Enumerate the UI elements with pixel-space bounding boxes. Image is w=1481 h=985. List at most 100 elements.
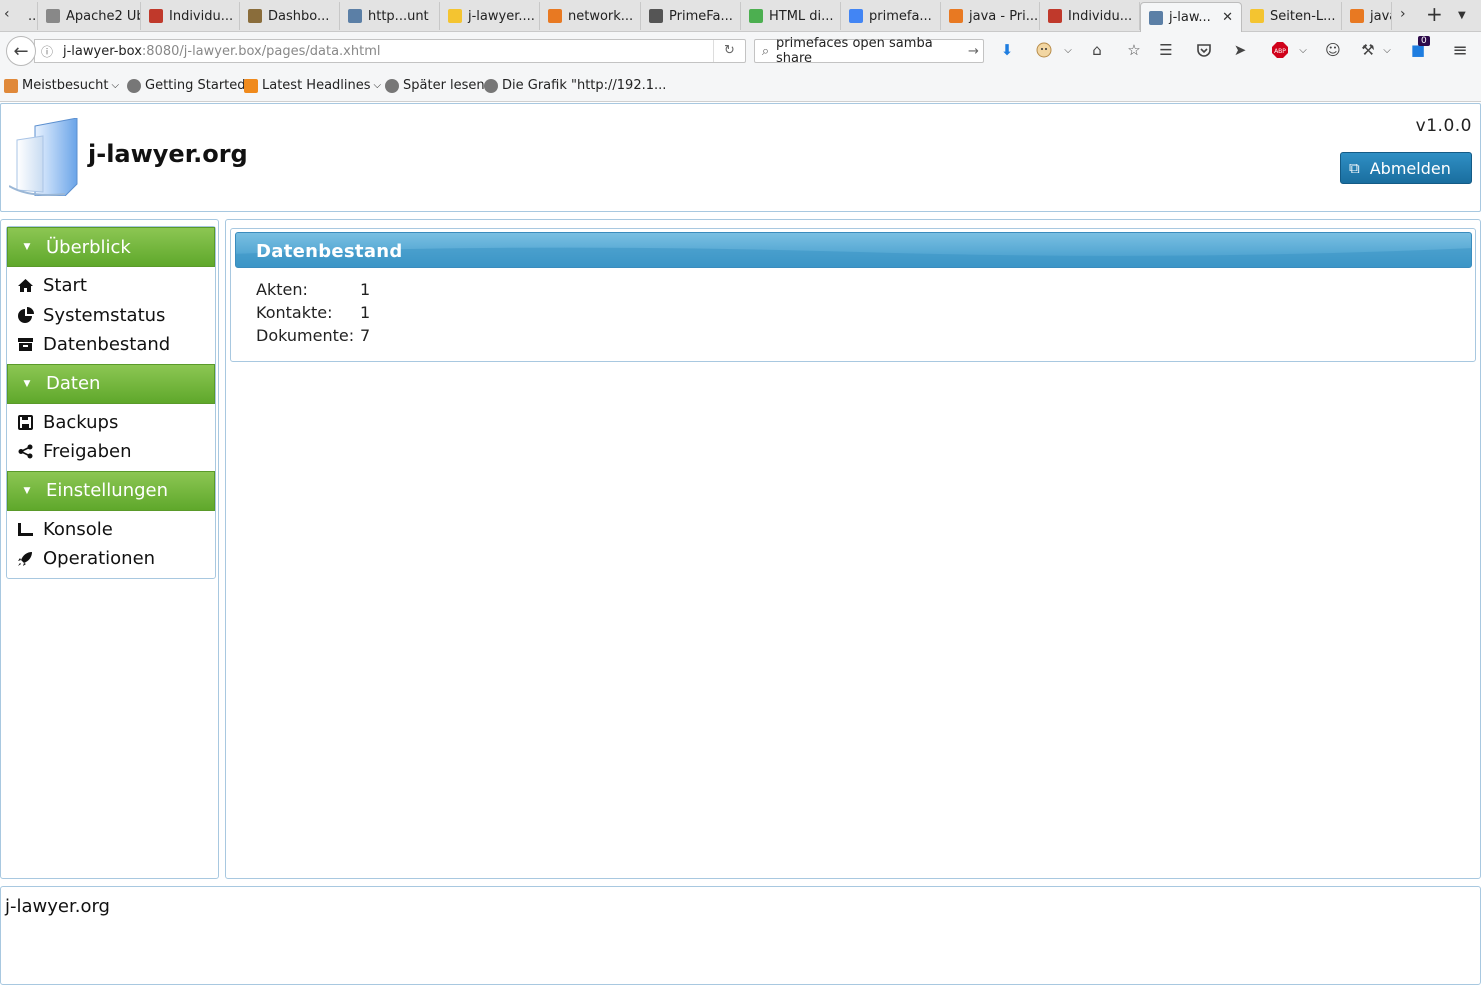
search-icon: ⌕ bbox=[761, 43, 770, 59]
browser-tab[interactable]: Seiten-L... bbox=[1242, 2, 1342, 30]
tools-dropdown-icon[interactable]: ⌵ bbox=[1377, 40, 1397, 60]
bookmark-label: Meistbesucht bbox=[22, 78, 109, 93]
tab-label: java bbox=[1370, 8, 1391, 24]
sidebar: ▼ Überblick Start Systemstatus Datenbestand ▼… bbox=[0, 219, 219, 879]
close-tab-icon[interactable]: ✕ bbox=[1222, 10, 1233, 25]
search-input-value: primefaces open samba share bbox=[776, 36, 933, 66]
chat-icon bbox=[1250, 9, 1264, 23]
stackoverflow-icon bbox=[1350, 9, 1364, 23]
bookmark-item[interactable]: Später lesen bbox=[385, 78, 485, 93]
menu-item-operationen[interactable]: Operationen bbox=[7, 544, 215, 574]
stat-label: Akten: bbox=[256, 280, 308, 299]
page-icon bbox=[46, 9, 60, 23]
share-icon bbox=[7, 444, 43, 459]
reading-list-icon[interactable]: ☰ bbox=[1156, 40, 1176, 60]
site-info-icon[interactable]: ⓘ bbox=[35, 43, 59, 60]
navigation-toolbar: ⓘ j-lawyer-box:8080/j-lawyer.box/pages/d… bbox=[0, 32, 1481, 70]
chat-icon bbox=[448, 9, 462, 23]
globe-icon bbox=[484, 78, 498, 93]
bookmark-item[interactable]: Latest Headlines ⌵ bbox=[244, 78, 381, 93]
send-icon[interactable]: ➤ bbox=[1230, 40, 1250, 60]
avatar-extension-icon[interactable] bbox=[1034, 40, 1054, 60]
download-icon[interactable]: ⬇ bbox=[997, 40, 1017, 60]
home-icon[interactable]: ⌂ bbox=[1087, 40, 1107, 60]
adblock-icon[interactable]: ABP bbox=[1270, 40, 1290, 60]
browser-tab[interactable]: HTML di... bbox=[741, 2, 841, 30]
menu-item-label: Datenbestand bbox=[43, 334, 171, 356]
menu-item-freigaben[interactable]: Freigaben bbox=[7, 437, 215, 467]
adblock-dropdown-icon[interactable]: ⌵ bbox=[1293, 40, 1313, 60]
menu-item-konsole[interactable]: Konsole bbox=[7, 515, 215, 545]
chevron-down-icon: ⌵ bbox=[111, 80, 120, 91]
home-icon bbox=[7, 278, 43, 293]
browser-tab[interactable]: j-law... ✕ bbox=[1140, 2, 1242, 32]
menu-item-label: Start bbox=[43, 275, 87, 297]
search-go-icon[interactable]: → bbox=[964, 44, 983, 59]
tab-label: .. bbox=[28, 8, 37, 24]
chevron-down-icon[interactable]: ⌵ bbox=[1058, 40, 1078, 60]
menu-item-systemstatus[interactable]: Systemstatus bbox=[7, 301, 215, 331]
stackoverflow-icon bbox=[548, 9, 562, 23]
reload-icon[interactable]: ↻ bbox=[713, 40, 745, 62]
pie-chart-icon bbox=[7, 306, 43, 324]
tab-label: PrimeFa... bbox=[669, 8, 733, 24]
version-label: v1.0.0 bbox=[1415, 116, 1472, 136]
hamburger-menu-icon[interactable]: ≡ bbox=[1450, 40, 1470, 61]
menu-item-backups[interactable]: Backups bbox=[7, 408, 215, 438]
browser-tab[interactable]: Individu... bbox=[141, 2, 240, 30]
bug-icon bbox=[149, 9, 163, 23]
datenbestand-fieldset: Datenbestand Akten: 1 Kontakte: 1 Dokumente:… bbox=[230, 228, 1476, 362]
globe-icon bbox=[385, 78, 399, 93]
browser-tab[interactable]: java - Pri... bbox=[941, 2, 1040, 30]
menu-item-label: Systemstatus bbox=[43, 304, 166, 326]
browser-tab[interactable]: .. bbox=[20, 2, 38, 30]
globe-icon bbox=[127, 78, 141, 93]
browser-tab[interactable]: Dashbo... bbox=[240, 2, 340, 30]
avatar-icon bbox=[248, 9, 262, 23]
tab-scroll-left-icon[interactable]: ‹ bbox=[4, 6, 10, 22]
bookmark-label: Getting Started bbox=[145, 78, 246, 93]
tab-label: Dashbo... bbox=[268, 8, 330, 24]
stat-row: Akten: 1 bbox=[256, 280, 370, 299]
logout-button[interactable]: ⧉ Abmelden bbox=[1340, 152, 1472, 184]
menu-section-header[interactable]: ▼ Überblick bbox=[7, 227, 215, 267]
bookmark-label: Die Grafik "http://192.1... bbox=[502, 78, 667, 93]
menu-section-body: Backups Freigaben bbox=[7, 404, 215, 471]
privacy-extension-icon[interactable]: ☺ bbox=[1323, 40, 1343, 60]
browser-tab[interactable]: http...unt bbox=[340, 2, 440, 30]
bookmark-label: Latest Headlines bbox=[262, 78, 371, 93]
new-tab-icon[interactable]: + bbox=[1426, 2, 1443, 26]
tools-extension-icon[interactable]: ⚒ bbox=[1358, 40, 1378, 60]
menu-item-start[interactable]: Start bbox=[7, 271, 215, 301]
rss-icon bbox=[244, 78, 258, 93]
search-bar[interactable]: ⌕ primefaces open samba share → bbox=[754, 36, 984, 66]
browser-tab[interactable]: PrimeFa... bbox=[641, 2, 741, 30]
browser-tab[interactable]: primefa... bbox=[841, 2, 941, 30]
caret-down-icon: ▼ bbox=[23, 378, 31, 389]
url-path: :8080/j-lawyer.box/pages/data.xhtml bbox=[141, 43, 381, 59]
tab-list-dropdown-icon[interactable]: ▼ bbox=[1458, 10, 1466, 21]
menu-item-datenbestand[interactable]: Datenbestand bbox=[7, 330, 215, 360]
url-bar[interactable]: ⓘ j-lawyer-box:8080/j-lawyer.box/pages/d… bbox=[34, 39, 746, 63]
browser-tab[interactable]: j-lawyer.... bbox=[440, 2, 540, 30]
back-button[interactable]: ← bbox=[6, 36, 36, 66]
bookmark-item[interactable]: Getting Started bbox=[127, 78, 246, 93]
external-link-icon: ⧉ bbox=[1349, 159, 1360, 177]
tab-label: Seiten-L... bbox=[1270, 8, 1336, 24]
bookmark-item[interactable]: Die Grafik "http://192.1... bbox=[484, 78, 666, 93]
menu-section-header[interactable]: ▼ Daten bbox=[7, 363, 215, 404]
browser-tab[interactable]: java bbox=[1342, 2, 1392, 30]
rocket-icon bbox=[7, 551, 43, 567]
browser-tab[interactable]: Apache2 Ub... bbox=[38, 2, 141, 30]
tab-scroll-right-icon[interactable]: › bbox=[1400, 6, 1406, 22]
main-content: Datenbestand Akten: 1 Kontakte: 1 Dokumente:… bbox=[225, 219, 1481, 879]
bookmark-item[interactable]: Meistbesucht ⌵ bbox=[4, 78, 119, 93]
stat-row: Dokumente: 7 bbox=[256, 326, 370, 345]
bookmark-star-icon[interactable]: ☆ bbox=[1124, 40, 1144, 60]
pocket-icon[interactable] bbox=[1194, 40, 1214, 60]
panel-title: Datenbestand bbox=[256, 241, 403, 262]
menu-section-body: Konsole Operationen bbox=[7, 511, 215, 578]
menu-section-header[interactable]: ▼ Einstellungen bbox=[7, 470, 215, 511]
browser-tab[interactable]: Individu... bbox=[1040, 2, 1140, 30]
browser-tab[interactable]: network... bbox=[540, 2, 641, 30]
